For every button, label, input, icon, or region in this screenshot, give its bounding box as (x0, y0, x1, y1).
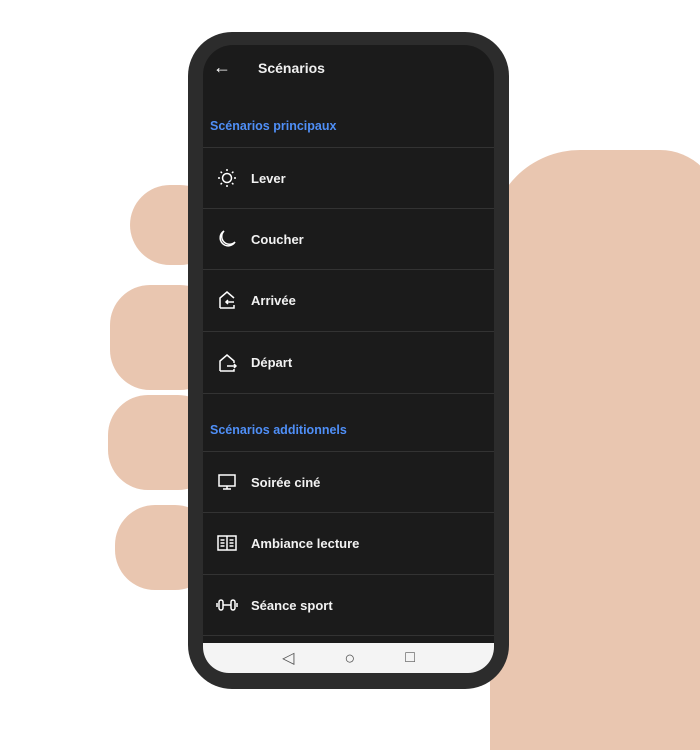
system-nav-bar: ◁ ○ □ (203, 643, 494, 673)
list-item-lever[interactable]: Lever (203, 147, 494, 208)
section-title: Scénarios principaux (210, 119, 337, 133)
list-item-seance-sport[interactable]: Séance sport (203, 574, 494, 635)
hand-palm (490, 150, 700, 750)
book-icon (203, 533, 251, 553)
page-title: Scénarios (258, 60, 325, 76)
arrow-left-icon[interactable]: ← (213, 57, 231, 78)
nav-back-button[interactable]: ◁ (282, 648, 294, 668)
list-item-arrivee[interactable]: Arrivée (203, 269, 494, 330)
dumbbell-icon (203, 595, 251, 615)
list-item-ambiance-lecture[interactable]: Ambiance lecture (203, 512, 494, 573)
phone: ← Scénarios Scénarios principaux Lever C… (188, 32, 509, 689)
list-item-depart[interactable]: Départ (203, 331, 494, 393)
moon-icon (203, 229, 251, 249)
section-title: Scénarios additionnels (210, 423, 347, 437)
list-item-soiree-cine[interactable]: Soirée ciné (203, 451, 494, 512)
home-exit-icon (203, 353, 251, 373)
app-header: ← Scénarios (203, 45, 494, 91)
home-enter-icon (203, 290, 251, 310)
nav-recents-button[interactable]: □ (405, 649, 415, 667)
screen: ← Scénarios Scénarios principaux Lever C… (203, 45, 494, 673)
sun-icon (203, 168, 251, 188)
list-item-coucher[interactable]: Coucher (203, 208, 494, 269)
monitor-icon (203, 472, 251, 492)
nav-home-button[interactable]: ○ (344, 648, 355, 669)
